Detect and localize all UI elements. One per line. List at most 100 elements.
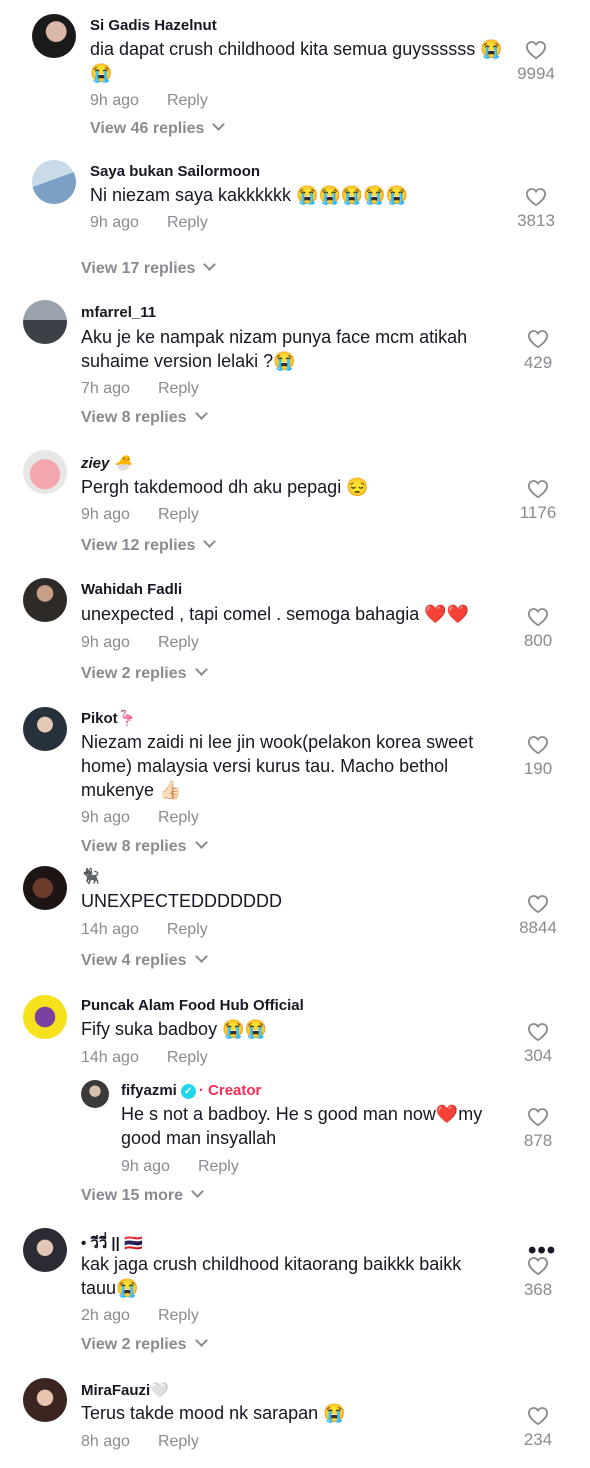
like-count: 9994	[517, 64, 555, 83]
comment-text: Fify suka badboy 😭😭	[81, 1019, 267, 1039]
comment-username[interactable]: Pikot🦩	[81, 709, 136, 727]
view-replies-label: View 12 replies	[81, 537, 196, 554]
view-replies-button[interactable]: View 12 replies	[81, 535, 217, 555]
like-button[interactable]: 9994	[511, 40, 561, 84]
view-replies-label: View 2 replies	[81, 1336, 187, 1353]
view-replies-button[interactable]: View 8 replies	[81, 836, 208, 856]
avatar[interactable]	[23, 450, 67, 494]
reply-button[interactable]: Reply	[158, 1433, 199, 1450]
view-replies-button[interactable]: View 17 replies	[81, 258, 217, 278]
comment-meta: 9h ago Reply	[81, 634, 199, 652]
avatar[interactable]	[23, 1378, 67, 1422]
like-button[interactable]: 429	[513, 329, 563, 373]
avatar[interactable]	[23, 1228, 67, 1272]
view-replies-button[interactable]: View 8 replies	[81, 407, 208, 427]
like-count: 878	[523, 1131, 553, 1150]
heart-icon	[527, 480, 549, 499]
reply-button[interactable]: Reply	[158, 1307, 199, 1324]
avatar[interactable]	[23, 578, 67, 622]
comment-text: kak jaga crush childhood kitaorang baikk…	[81, 1254, 462, 1298]
reply-button[interactable]: Reply	[167, 921, 208, 938]
comment-username[interactable]: mfarrel_11	[81, 304, 156, 321]
avatar[interactable]	[23, 707, 67, 751]
like-button[interactable]: 190	[513, 735, 563, 779]
comment-meta: 2h ago Reply	[81, 1307, 199, 1325]
heart-icon	[527, 1407, 549, 1426]
avatar[interactable]	[32, 160, 76, 204]
comment-text: Niezam zaidi ni lee jin wook(pelakon kor…	[81, 732, 474, 800]
avatar[interactable]	[81, 1080, 109, 1108]
avatar[interactable]	[32, 14, 76, 58]
like-button[interactable]: 800	[513, 607, 563, 651]
view-replies-button[interactable]: View 2 replies	[81, 663, 208, 683]
reply-button[interactable]: Reply	[167, 92, 208, 109]
comment-username[interactable]: ziey 🐣	[81, 454, 132, 472]
view-replies-label: View 2 replies	[81, 665, 187, 682]
like-count: 190	[523, 759, 553, 778]
view-replies-label: View 8 replies	[81, 409, 187, 426]
like-count: 8844	[519, 918, 557, 937]
like-button[interactable]: 234	[513, 1406, 563, 1450]
like-count: 1176	[519, 503, 557, 522]
heart-icon	[525, 188, 547, 207]
comment-time: 9h ago	[81, 506, 130, 523]
reply-button[interactable]: Reply	[158, 380, 199, 397]
chevron-down-icon	[194, 407, 208, 420]
reply-button[interactable]: Reply	[167, 1049, 208, 1066]
comment-username[interactable]: MiraFauzi🤍	[81, 1381, 169, 1399]
comment-time: 7h ago	[81, 380, 130, 397]
comment-username[interactable]: 🐈‍⬛	[81, 867, 100, 885]
reply-button[interactable]: Reply	[158, 634, 199, 651]
chevron-down-icon	[203, 258, 217, 271]
like-button[interactable]: 878	[513, 1107, 563, 1151]
chevron-down-icon	[194, 663, 208, 676]
comment-text: unexpected , tapi comel . semoga bahagia…	[81, 604, 470, 624]
comment-username[interactable]: Wahidah Fadli	[81, 581, 182, 598]
comment-meta: 7h ago Reply	[81, 380, 199, 398]
chevron-down-icon	[203, 535, 217, 548]
avatar[interactable]	[23, 300, 67, 344]
like-button[interactable]: 304	[513, 1022, 563, 1066]
comment-meta: 14h ago Reply	[81, 1049, 208, 1067]
comment-username[interactable]: Saya bukan Sailormoon	[90, 163, 260, 180]
like-count: 234	[523, 1430, 553, 1449]
comment-time: 9h ago	[90, 92, 139, 109]
comment-time: 9h ago	[81, 634, 130, 651]
view-replies-button[interactable]: View 4 replies	[81, 950, 208, 970]
chevron-down-icon	[212, 118, 226, 131]
avatar[interactable]	[23, 866, 67, 910]
reply-button[interactable]: Reply	[167, 214, 208, 231]
view-replies-button[interactable]: View 46 replies	[90, 118, 226, 138]
comment-username[interactable]: Puncak Alam Food Hub Official	[81, 997, 304, 1014]
view-replies-button[interactable]: View 2 replies	[81, 1334, 208, 1354]
reply-time: 9h ago	[121, 1158, 170, 1175]
like-button[interactable]: 1176	[513, 479, 563, 523]
like-count: 3813	[517, 211, 555, 230]
like-button[interactable]: 8844	[513, 894, 563, 938]
comment-time: 8h ago	[81, 1433, 130, 1450]
heart-icon	[527, 736, 549, 755]
like-button[interactable]: 3813	[511, 187, 561, 231]
reply-button[interactable]: Reply	[158, 809, 199, 826]
heart-icon	[527, 1023, 549, 1042]
chevron-down-icon	[191, 1185, 204, 1198]
view-replies-label: View 8 replies	[81, 838, 187, 855]
heart-icon	[527, 1108, 549, 1127]
comment-meta: 9h ago Reply	[90, 92, 208, 110]
comment-time: 2h ago	[81, 1307, 130, 1324]
heart-icon	[525, 41, 547, 60]
avatar[interactable]	[23, 995, 67, 1039]
comment-username[interactable]: Si Gadis Hazelnut	[90, 17, 217, 34]
view-replies-label: View 17 replies	[81, 260, 196, 277]
comment-meta: 14h ago Reply	[81, 921, 208, 939]
view-more-button[interactable]: View 15 more	[81, 1185, 204, 1205]
comment-text: Aku je ke nampak nizam punya face mcm at…	[81, 327, 468, 371]
like-count: 800	[523, 631, 553, 650]
reply-username-row: fifyazmi ✓ · Creator	[121, 1082, 261, 1099]
heart-icon	[527, 330, 549, 349]
reply-meta: 9h ago Reply	[121, 1158, 239, 1176]
reply-username[interactable]: fifyazmi	[121, 1082, 177, 1099]
reply-button[interactable]: Reply	[198, 1158, 239, 1175]
like-button[interactable]: 368	[513, 1256, 563, 1300]
reply-button[interactable]: Reply	[158, 506, 199, 523]
